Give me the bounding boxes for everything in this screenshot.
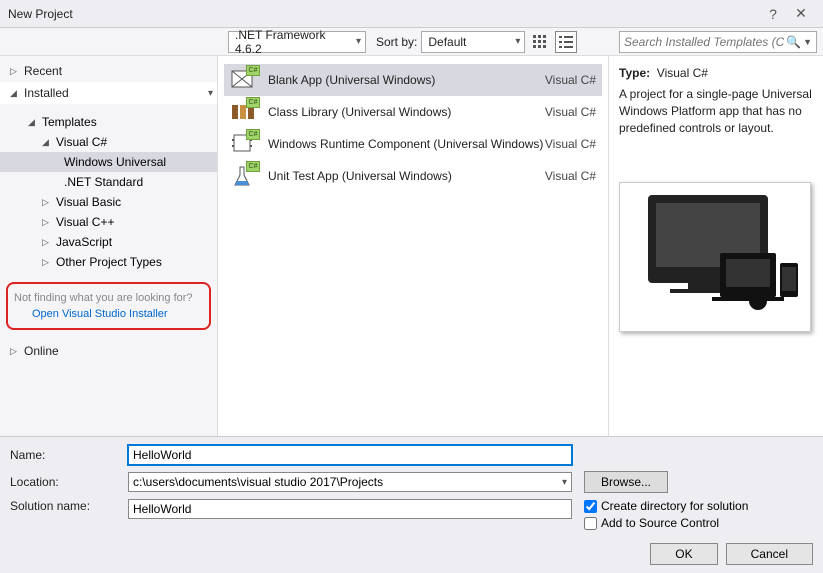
- create-directory-label: Create directory for solution: [601, 499, 748, 513]
- blank-app-icon: C#: [230, 67, 258, 93]
- sortby-select[interactable]: Default: [421, 31, 525, 53]
- template-blank-app[interactable]: C# Blank App (Universal Windows) Visual …: [224, 64, 602, 96]
- tiles-icon: [533, 35, 547, 49]
- open-installer-link[interactable]: Open Visual Studio Installer: [14, 308, 203, 320]
- tree-visual-cpp[interactable]: ▷Visual C++: [0, 212, 217, 232]
- view-tiles-button[interactable]: [529, 31, 551, 53]
- name-label: Name:: [10, 448, 128, 462]
- solution-label: Solution name:: [10, 499, 128, 513]
- template-unit-test[interactable]: C# Unit Test App (Universal Windows) Vis…: [224, 160, 602, 192]
- template-class-library[interactable]: C# Class Library (Universal Windows) Vis…: [224, 96, 602, 128]
- location-combo[interactable]: c:\users\documents\visual studio 2017\Pr…: [128, 472, 572, 492]
- tree-javascript[interactable]: ▷JavaScript: [0, 232, 217, 252]
- cancel-button[interactable]: Cancel: [726, 543, 813, 565]
- sortby-label: Sort by:: [376, 35, 417, 49]
- framework-select[interactable]: .NET Framework 4.6.2: [228, 31, 366, 53]
- tree-recent[interactable]: ▷Recent: [0, 60, 217, 82]
- titlebar: New Project ? ✕: [0, 0, 823, 28]
- toolbar: .NET Framework 4.6.2 Sort by: Default 🔍 …: [0, 28, 823, 56]
- installer-hint-box: Not finding what you are looking for? Op…: [6, 282, 211, 330]
- browse-button[interactable]: Browse...: [584, 471, 668, 493]
- location-label: Location:: [10, 475, 128, 489]
- tree-net-standard[interactable]: .NET Standard: [0, 172, 217, 192]
- search-input[interactable]: [624, 35, 784, 49]
- list-icon: [559, 35, 573, 49]
- solution-input[interactable]: [128, 499, 572, 519]
- search-dropdown-icon[interactable]: ▼: [803, 37, 812, 47]
- tree-online[interactable]: ▷Online: [0, 340, 217, 362]
- sidebar: ▷Recent ◢Installed ◢Templates ◢Visual C#…: [0, 56, 218, 436]
- detail-panel: Type: Visual C# A project for a single-p…: [608, 56, 823, 436]
- unit-test-icon: C#: [230, 163, 258, 189]
- tree-templates[interactable]: ◢Templates: [0, 112, 217, 132]
- template-runtime-component[interactable]: C# Windows Runtime Component (Universal …: [224, 128, 602, 160]
- window-title: New Project: [8, 7, 759, 21]
- close-button[interactable]: ✕: [787, 5, 815, 22]
- search-icon[interactable]: 🔍: [786, 35, 801, 49]
- preview-image: [619, 182, 811, 332]
- ok-button[interactable]: OK: [650, 543, 717, 565]
- tree-other-types[interactable]: ▷Other Project Types: [0, 252, 217, 272]
- create-directory-checkbox[interactable]: [584, 500, 597, 513]
- tree-installed[interactable]: ◢Installed: [0, 82, 217, 104]
- search-box[interactable]: 🔍 ▼: [619, 31, 817, 53]
- tree-visual-csharp[interactable]: ◢Visual C#: [0, 132, 217, 152]
- bottom-form: Name: Location: c:\users\documents\visua…: [0, 436, 823, 573]
- installer-hint-text: Not finding what you are looking for?: [14, 292, 203, 304]
- source-control-checkbox[interactable]: [584, 517, 597, 530]
- tree-windows-universal[interactable]: Windows Universal: [0, 152, 217, 172]
- detail-description: A project for a single-page Universal Wi…: [619, 86, 813, 136]
- detail-type: Type: Visual C#: [619, 66, 813, 80]
- class-library-icon: C#: [230, 99, 258, 125]
- runtime-component-icon: C#: [230, 131, 258, 157]
- template-list: C# Blank App (Universal Windows) Visual …: [218, 56, 608, 436]
- name-input[interactable]: [128, 445, 572, 465]
- help-button[interactable]: ?: [759, 6, 787, 22]
- source-control-label: Add to Source Control: [601, 516, 719, 530]
- view-list-button[interactable]: [555, 31, 577, 53]
- tree-visual-basic[interactable]: ▷Visual Basic: [0, 192, 217, 212]
